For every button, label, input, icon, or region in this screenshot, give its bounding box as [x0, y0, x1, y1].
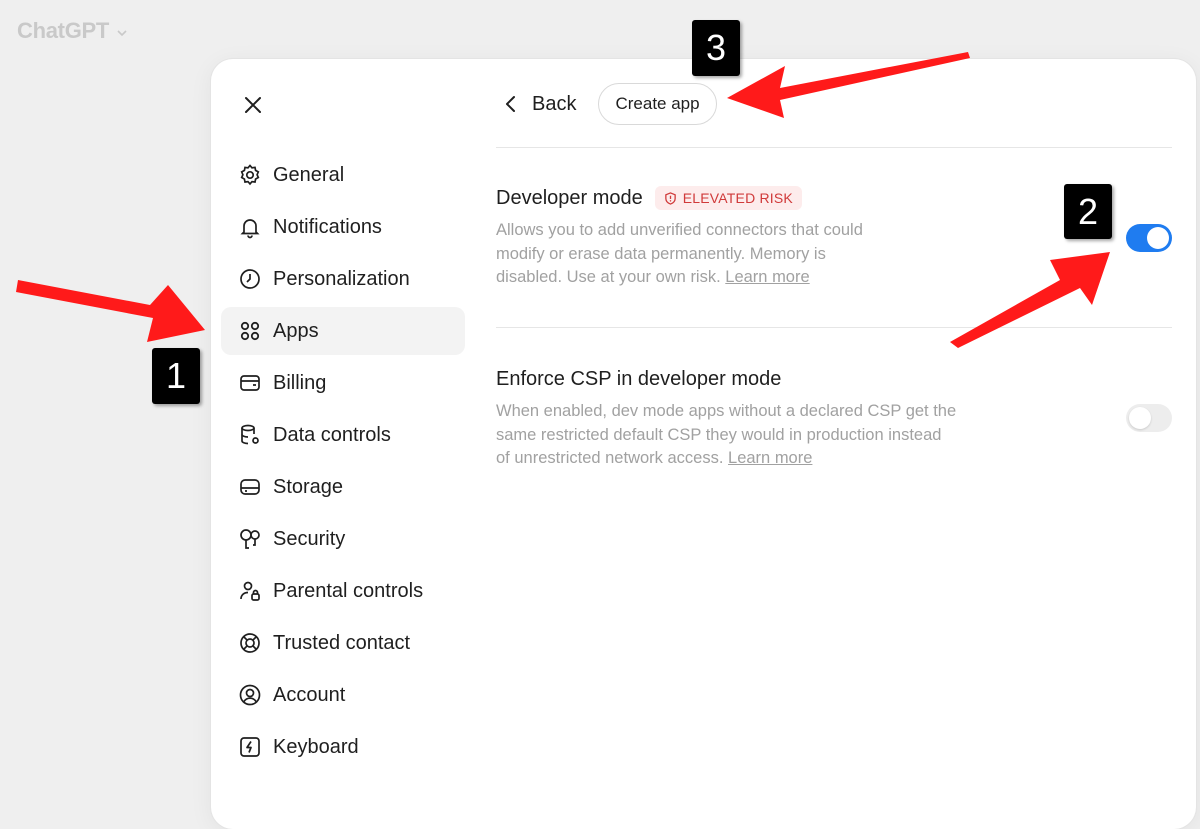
- lifebuoy-icon: [237, 630, 263, 656]
- settings-modal: General Notifications Personalization Ap…: [211, 59, 1196, 829]
- divider: [496, 327, 1172, 328]
- nav-item-label: Apps: [273, 319, 319, 342]
- close-icon: [245, 97, 261, 113]
- nav-item-label: Keyboard: [273, 735, 359, 758]
- toggle-knob: [1129, 407, 1151, 429]
- enforce-csp-title: Enforce CSP in developer mode: [496, 368, 782, 390]
- chevron-left-icon: [506, 96, 515, 112]
- nav-item-label: Security: [273, 527, 346, 550]
- storage-icon: [237, 474, 263, 500]
- enforce-csp-toggle[interactable]: [1126, 404, 1172, 432]
- nav-item-account[interactable]: Account: [221, 671, 465, 719]
- create-app-label: Create app: [615, 94, 700, 113]
- person-lock-icon: [237, 578, 263, 604]
- keyboard-bolt-icon: [237, 734, 263, 760]
- warning-shield-icon: [664, 191, 676, 205]
- divider: [496, 147, 1172, 148]
- nav-item-keyboard[interactable]: Keyboard: [221, 723, 465, 771]
- nav-item-parental-controls[interactable]: Parental controls: [221, 567, 465, 615]
- enforce-csp-setting: Enforce CSP in developer mode When enabl…: [496, 368, 1172, 471]
- nav-item-label: Storage: [273, 475, 344, 498]
- database-gear-icon: [237, 422, 263, 448]
- nav-item-label: Billing: [273, 371, 327, 394]
- nav-item-personalization[interactable]: Personalization: [221, 255, 465, 303]
- billing-card-icon: [237, 370, 263, 396]
- developer-mode-toggle[interactable]: [1126, 224, 1172, 252]
- developer-mode-title: Developer mode: [496, 186, 643, 209]
- nav-item-notifications[interactable]: Notifications: [221, 203, 465, 251]
- create-app-button[interactable]: Create app: [598, 83, 717, 125]
- nav-item-label: Personalization: [273, 267, 410, 290]
- nav-item-label: Notifications: [273, 215, 382, 238]
- app-title[interactable]: ChatGPT: [17, 18, 129, 44]
- learn-more-link[interactable]: Learn more: [725, 268, 809, 286]
- settings-nav: General Notifications Personalization Ap…: [221, 151, 465, 775]
- enforce-csp-description: When enabled, dev mode apps without a de…: [496, 402, 957, 467]
- nav-item-label: Trusted contact: [273, 631, 411, 654]
- close-button[interactable]: [239, 91, 267, 119]
- back-button[interactable]: Back: [504, 93, 576, 116]
- settings-topbar: Back Create app: [496, 83, 717, 125]
- nav-item-label: General: [273, 163, 345, 186]
- nav-item-trusted-contact[interactable]: Trusted contact: [221, 619, 465, 667]
- learn-more-link[interactable]: Learn more: [728, 449, 812, 467]
- badge-label: ELEVATED RISK: [682, 190, 793, 206]
- step-marker-1: 1: [152, 348, 200, 404]
- chevron-down-icon: [117, 29, 127, 36]
- nav-item-label: Account: [273, 683, 346, 706]
- nav-item-apps[interactable]: Apps: [221, 307, 465, 355]
- bell-icon: [237, 214, 263, 240]
- step-marker-2: 2: [1064, 184, 1112, 239]
- nav-item-data-controls[interactable]: Data controls: [221, 411, 465, 459]
- step-marker-3: 3: [692, 20, 740, 76]
- elevated-risk-badge: ELEVATED RISK: [654, 186, 802, 210]
- nav-item-storage[interactable]: Storage: [221, 463, 465, 511]
- user-circle-icon: [237, 682, 263, 708]
- arrow-to-apps: [16, 280, 205, 342]
- back-label: Back: [532, 92, 577, 115]
- nav-item-label: Data controls: [273, 423, 391, 446]
- personalization-icon: [237, 266, 263, 292]
- nav-item-general[interactable]: General: [221, 151, 465, 199]
- nav-item-label: Parental controls: [273, 579, 424, 602]
- key-icon: [237, 526, 263, 552]
- gear-icon: [237, 162, 263, 188]
- apps-grid-icon: [237, 318, 263, 344]
- nav-item-billing[interactable]: Billing: [221, 359, 465, 407]
- nav-item-security[interactable]: Security: [221, 515, 465, 563]
- app-title-label: ChatGPT: [17, 18, 110, 43]
- toggle-knob: [1147, 227, 1169, 249]
